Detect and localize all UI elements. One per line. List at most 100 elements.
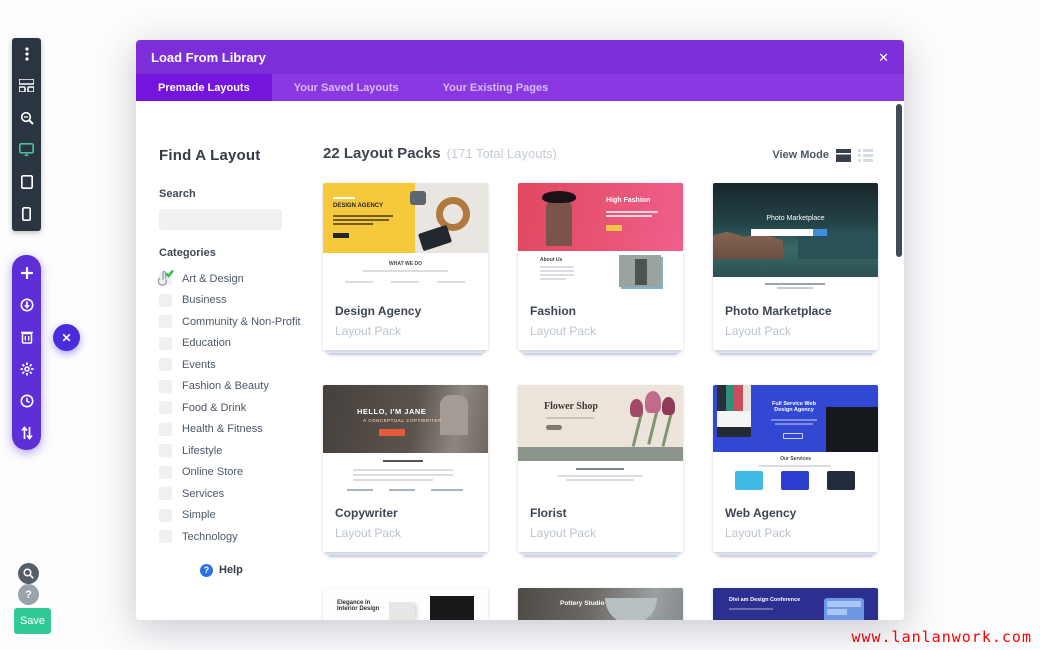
category-checkbox-row[interactable]: Lifestyle — [159, 440, 309, 462]
list-view-icon[interactable] — [858, 149, 873, 162]
category-checkbox[interactable] — [159, 401, 172, 414]
portability-icon[interactable] — [19, 425, 34, 440]
category-label: Education — [182, 337, 231, 349]
card-title: Web Agency — [725, 506, 866, 520]
help-icon: ? — [200, 564, 213, 577]
grid-view-icon[interactable] — [836, 149, 851, 162]
load-from-library-modal: Load From Library ✕ Premade Layouts Your… — [136, 40, 904, 620]
layout-pack-card-web-agency[interactable]: Full Service Web Design Agency Our Servi… — [713, 385, 878, 552]
photo-marketplace-thumbnail: Photo Marketplace — [713, 183, 878, 295]
tab-premade-layouts[interactable]: Premade Layouts — [136, 74, 272, 101]
category-checkbox[interactable] — [159, 423, 172, 436]
card-subtitle: Layout Pack — [725, 526, 866, 540]
category-checkbox[interactable] — [159, 487, 172, 500]
category-checkbox[interactable] — [159, 337, 172, 350]
layout-pack-card-photo-marketplace[interactable]: Photo Marketplace Photo Marketplace Layo… — [713, 183, 878, 350]
device-toolbar — [12, 38, 41, 231]
help-label: Help — [219, 564, 243, 576]
results-header: 22 Layout Packs (171 Total Layouts) View… — [323, 145, 873, 162]
category-checkbox-row[interactable]: Art & Design — [159, 268, 309, 290]
category-checkbox-row[interactable]: Technology — [159, 526, 309, 548]
layout-pack-card-pottery-studio[interactable]: Pottery Studio — [518, 588, 683, 620]
category-checkbox-row[interactable]: Services — [159, 483, 309, 505]
add-icon[interactable] — [19, 265, 34, 280]
category-label: Simple — [182, 509, 216, 521]
view-mode-label: View Mode — [772, 149, 829, 161]
category-checkbox-row[interactable]: Business — [159, 290, 309, 312]
modal-header: Load From Library ✕ — [136, 40, 904, 74]
search-input[interactable] — [159, 209, 282, 230]
category-checkbox[interactable] — [159, 509, 172, 522]
category-checkbox-row[interactable]: Fashion & Beauty — [159, 376, 309, 398]
sidebar-heading: Find A Layout — [159, 147, 309, 164]
card-title: Copywriter — [335, 506, 476, 520]
layout-pack-card-design-conference[interactable]: Divi am Design Conference — [713, 588, 878, 620]
page-help-button[interactable]: ? — [18, 584, 39, 605]
category-checkbox[interactable] — [159, 466, 172, 479]
zoom-icon[interactable] — [19, 110, 34, 125]
category-checkbox[interactable] — [159, 294, 172, 307]
phone-view-icon[interactable] — [19, 206, 34, 221]
layout-filter-sidebar: Find A Layout Search Categories Art & De… — [159, 101, 309, 577]
layout-pack-card-interior-design[interactable]: Elegance in Interior Design — [323, 588, 488, 620]
category-checkbox-row[interactable]: Food & Drink — [159, 397, 309, 419]
category-label: Technology — [182, 531, 238, 543]
florist-thumbnail: Flower Shop — [518, 385, 683, 497]
fashion-thumbnail: High Fashion About Us — [518, 183, 683, 295]
category-label: Fashion & Beauty — [182, 380, 269, 392]
power-icon[interactable] — [19, 297, 34, 312]
trash-icon[interactable] — [19, 329, 34, 344]
card-subtitle: Layout Pack — [335, 324, 476, 338]
modal-tabbar: Premade Layouts Your Saved Layouts Your … — [136, 74, 904, 101]
history-icon[interactable] — [19, 393, 34, 408]
category-checkbox[interactable] — [159, 358, 172, 371]
save-button[interactable]: Save — [14, 608, 51, 634]
page-zoom-button[interactable] — [18, 563, 39, 584]
close-builder-bar-button[interactable]: ✕ — [53, 324, 80, 351]
packs-count: 22 Layout Packs — [323, 145, 441, 162]
packs-total: (171 Total Layouts) — [447, 146, 557, 161]
category-checkbox-row[interactable]: Community & Non-Profit — [159, 311, 309, 333]
gear-icon[interactable] — [19, 361, 34, 376]
copywriter-thumbnail: HELLO, I'M JANE A CONCEPTUAL COPYWRITER — [323, 385, 488, 497]
tablet-view-icon[interactable] — [19, 174, 34, 189]
modal-scrollbar[interactable] — [896, 104, 902, 257]
category-checkbox[interactable] — [159, 530, 172, 543]
layout-pack-card-design-agency[interactable]: DESIGN AGENCY WHAT WE DO Design Agency — [323, 183, 488, 350]
wireframe-view-icon[interactable] — [19, 78, 34, 93]
categories-list: Art & Design Business — [159, 268, 309, 548]
categories-label: Categories — [159, 247, 309, 259]
card-subtitle: Layout Pack — [725, 324, 866, 338]
layout-pack-card-copywriter[interactable]: HELLO, I'M JANE A CONCEPTUAL COPYWRITER … — [323, 385, 488, 552]
category-checkbox[interactable] — [159, 380, 172, 393]
web-agency-thumbnail: Full Service Web Design Agency Our Servi… — [713, 385, 878, 497]
card-subtitle: Layout Pack — [530, 526, 671, 540]
modal-title: Load From Library — [151, 50, 266, 65]
card-subtitle: Layout Pack — [530, 324, 671, 338]
card-title: Design Agency — [335, 304, 476, 318]
category-checkbox-row[interactable]: Online Store — [159, 462, 309, 484]
layout-pack-card-fashion[interactable]: High Fashion About Us Fashion Layout Pac… — [518, 183, 683, 350]
category-checkbox[interactable] — [159, 444, 172, 457]
tab-your-saved-layouts[interactable]: Your Saved Layouts — [272, 74, 421, 101]
tab-your-existing-pages[interactable]: Your Existing Pages — [421, 74, 571, 101]
category-checkbox[interactable] — [159, 272, 172, 285]
help-link[interactable]: ? Help — [200, 564, 309, 577]
category-checkbox-row[interactable]: Events — [159, 354, 309, 376]
category-checkbox-row[interactable]: Simple — [159, 505, 309, 527]
category-label: Lifestyle — [182, 445, 222, 457]
category-label: Business — [182, 294, 227, 306]
category-checkbox-row[interactable]: Health & Fitness — [159, 419, 309, 441]
desktop-view-icon[interactable] — [19, 142, 34, 157]
design-conference-thumbnail: Divi am Design Conference — [713, 588, 878, 620]
category-label: Community & Non-Profit — [182, 316, 301, 328]
card-title: Florist — [530, 506, 671, 520]
kebab-menu-icon[interactable] — [19, 46, 34, 61]
modal-close-icon[interactable]: ✕ — [878, 51, 889, 64]
category-checkbox[interactable] — [159, 315, 172, 328]
checked-cursor-icon — [156, 268, 176, 288]
category-checkbox-row[interactable]: Education — [159, 333, 309, 355]
watermark-text: www.lanlanwork.com — [851, 628, 1032, 646]
card-title: Fashion — [530, 304, 671, 318]
layout-pack-card-florist[interactable]: Flower Shop Florist — [518, 385, 683, 552]
